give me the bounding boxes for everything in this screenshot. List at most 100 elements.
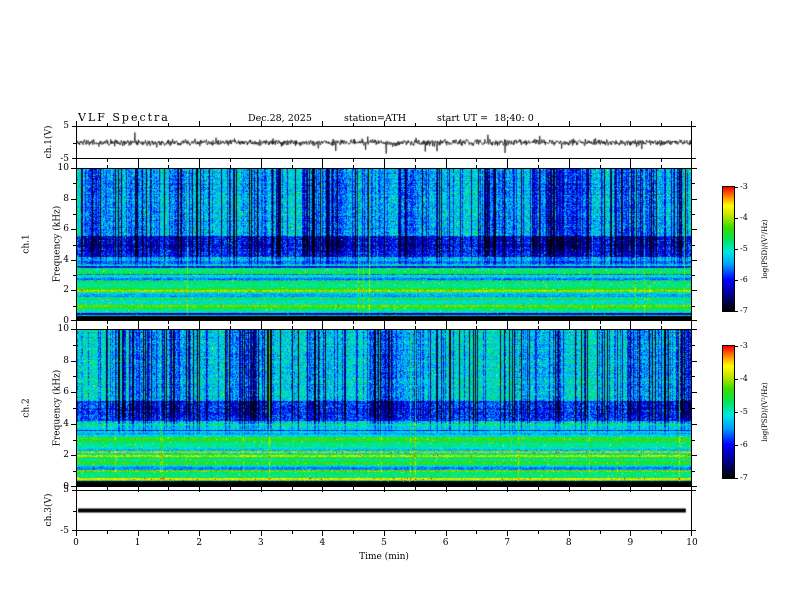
tick-label: 5 (381, 538, 387, 548)
tick-mark (230, 123, 231, 126)
tick-mark (415, 159, 416, 162)
tick-mark (661, 326, 662, 329)
tick-mark (600, 159, 601, 162)
tick-mark (261, 485, 262, 490)
tick-label: -5 (60, 526, 69, 536)
tick-mark (261, 324, 262, 329)
tick-mark (735, 280, 738, 281)
tick-mark (138, 121, 139, 126)
tick-label: 1 (134, 538, 141, 548)
tick-mark (630, 485, 631, 490)
tick-mark (735, 478, 738, 479)
tick-mark (73, 143, 76, 144)
tick-mark (538, 159, 539, 162)
tick-mark (230, 159, 231, 162)
tick-mark (692, 486, 697, 487)
tick-mark (569, 485, 570, 490)
tick-label: -7 (740, 473, 748, 482)
tick-mark (538, 531, 539, 534)
tick-mark (73, 511, 76, 512)
tick-mark (353, 123, 354, 126)
tick-mark (353, 321, 354, 324)
tick-mark (476, 123, 477, 126)
tick-mark (600, 487, 601, 490)
ch2-spectrogram-heatmap (77, 330, 691, 486)
tick-mark (692, 424, 697, 425)
tick-mark (71, 329, 76, 330)
tick-mark (476, 321, 477, 324)
tick-mark (735, 445, 738, 446)
tick-mark (600, 123, 601, 126)
tick-mark (72, 530, 76, 531)
tick-mark (230, 487, 231, 490)
tick-mark (692, 214, 695, 215)
tick-mark (107, 487, 108, 490)
tick-mark (415, 321, 416, 324)
tick-mark (384, 121, 385, 126)
tick-mark (538, 165, 539, 168)
ch2-spec-channel-label: ch.2 (21, 398, 32, 418)
tick-mark (353, 487, 354, 490)
tick-mark (292, 531, 293, 534)
tick-mark (538, 123, 539, 126)
tick-mark (230, 321, 231, 324)
tick-label: 4 (63, 418, 69, 429)
tick-mark (107, 326, 108, 329)
tick-mark (661, 165, 662, 168)
tick-mark (107, 531, 108, 534)
ch3-wave-ylabel: ch.3(V) (43, 493, 54, 527)
tick-mark (138, 163, 139, 168)
tick-mark (292, 165, 293, 168)
tick-mark (507, 121, 508, 126)
tick-mark (199, 485, 200, 490)
tick-mark (692, 245, 695, 246)
tick-mark (507, 485, 508, 490)
tick-mark (292, 487, 293, 490)
ch1-freq-axis-label: Frequency (kHz) (52, 205, 63, 283)
tick-mark (71, 199, 76, 200)
tick-mark (230, 531, 231, 534)
tick-mark (692, 376, 695, 377)
tick-mark (538, 326, 539, 329)
tick-mark (292, 321, 293, 324)
tick-mark (692, 229, 697, 230)
tick-mark (692, 408, 695, 409)
tick-mark (507, 163, 508, 168)
tick-mark (692, 361, 697, 362)
tick-mark (476, 326, 477, 329)
ch2-spectrogram-panel (76, 329, 692, 487)
tick-mark (692, 168, 697, 169)
tick-mark (692, 490, 696, 491)
tick-mark (661, 321, 662, 324)
tick-mark (292, 123, 293, 126)
tick-mark (692, 275, 695, 276)
tick-mark (538, 487, 539, 490)
tick-label: 6 (63, 224, 69, 235)
tick-mark (73, 245, 76, 246)
tick-label: 3 (257, 538, 264, 548)
tick-mark (384, 531, 385, 536)
tick-mark (735, 412, 738, 413)
tick-mark (692, 260, 697, 261)
tick-mark (415, 165, 416, 168)
tick-mark (261, 163, 262, 168)
tick-mark (107, 165, 108, 168)
tick-mark (692, 329, 697, 330)
tick-mark (76, 485, 77, 490)
tick-mark (71, 290, 76, 291)
time-axis-label: Time (min) (359, 552, 409, 562)
tick-mark (322, 163, 323, 168)
tick-mark (692, 345, 695, 346)
tick-label: 5 (63, 485, 69, 495)
ch1-spec-channel-label: ch.1 (21, 234, 32, 254)
tick-mark (168, 321, 169, 324)
tick-mark (76, 324, 77, 329)
tick-mark (476, 165, 477, 168)
tick-mark (199, 163, 200, 168)
tick-label: 0 (73, 538, 79, 548)
tick-mark (322, 531, 323, 536)
tick-mark (692, 320, 697, 321)
tick-mark (353, 326, 354, 329)
tick-label: -3 (740, 182, 748, 191)
colorbar-ch1-label: log(PSD)/(V²/Hz) (760, 219, 769, 279)
